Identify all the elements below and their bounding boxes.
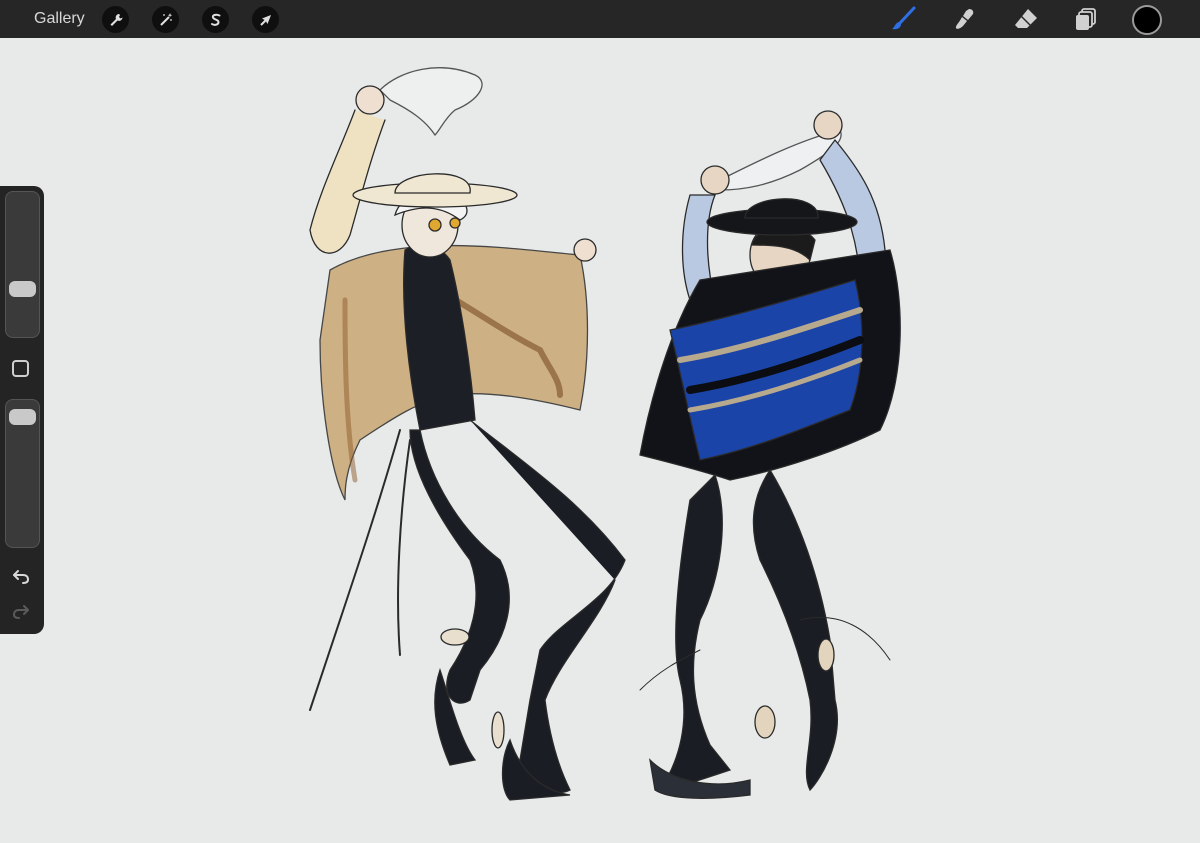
opacity-thumb[interactable]: [9, 409, 36, 426]
top-toolbar: Gallery: [0, 0, 1200, 38]
undo-icon: [13, 570, 30, 584]
opacity-slider[interactable]: [5, 399, 40, 548]
brush-icon: [892, 6, 916, 30]
eraser-tool[interactable]: [1011, 5, 1041, 33]
wrench-icon: [110, 13, 122, 26]
artwork-sketch: [309, 67, 901, 801]
adjustments-button[interactable]: [152, 6, 179, 33]
selection-s-icon: [210, 13, 220, 26]
color-picker-button[interactable]: [1132, 5, 1162, 35]
layers-button[interactable]: [1071, 5, 1101, 33]
left-dancer: [309, 67, 626, 801]
right-dancer: [639, 110, 901, 799]
brush-size-slider[interactable]: [5, 191, 40, 338]
redo-button[interactable]: [10, 601, 32, 621]
eraser-icon: [1015, 9, 1037, 28]
magic-wand-icon: [159, 12, 172, 26]
brush-size-thumb[interactable]: [9, 281, 36, 298]
actions-button[interactable]: [102, 6, 129, 33]
smudge-tool[interactable]: [950, 5, 980, 33]
left-sidebar: [0, 186, 44, 634]
gallery-button[interactable]: Gallery: [34, 10, 85, 28]
selection-button[interactable]: [202, 6, 229, 33]
redo-icon: [12, 605, 29, 619]
smudge-icon: [955, 9, 974, 29]
drawing-canvas[interactable]: [0, 38, 1200, 838]
arrow-cursor-icon: [259, 14, 271, 26]
layers-icon: [1076, 8, 1096, 30]
undo-button[interactable]: [10, 566, 32, 586]
transform-button[interactable]: [252, 6, 279, 33]
brush-tool[interactable]: [889, 5, 919, 33]
modify-button[interactable]: [12, 360, 29, 377]
